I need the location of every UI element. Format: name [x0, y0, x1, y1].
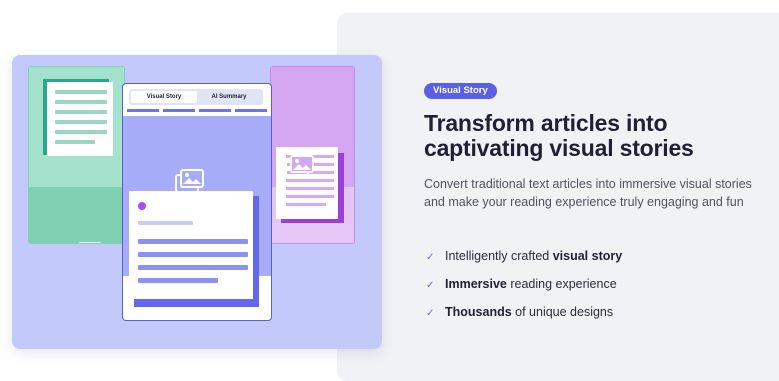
image-placeholder-icon — [78, 242, 102, 243]
feature-text: of unique designs — [511, 305, 614, 319]
tab-visual-story: Visual Story — [131, 91, 197, 103]
tab-ai-summary: AI Summary — [211, 94, 247, 100]
text-line — [138, 221, 193, 225]
feature-bold-text: Immersive — [445, 277, 507, 291]
text-line — [55, 120, 107, 124]
feature-item: ✓ Intelligently crafted visual story — [426, 248, 622, 264]
feature-item: ✓ Immersive reading experience — [426, 276, 617, 292]
text-line — [138, 278, 218, 283]
green-card-bottom — [29, 187, 124, 243]
text-line — [55, 140, 95, 144]
text-line — [138, 239, 248, 244]
text-line — [55, 110, 107, 114]
feature-bold-text: Thousands — [445, 305, 512, 319]
progress-segment — [127, 109, 159, 112]
check-icon: ✓ — [426, 252, 435, 263]
phone-tab-bar: Visual Story AI Summary — [129, 89, 263, 105]
progress-segment — [199, 109, 231, 112]
section-heading: Transform articles into captivating visu… — [424, 110, 694, 161]
author-dot — [138, 202, 146, 210]
visual-story-badge: Visual Story — [424, 83, 497, 99]
text-line — [286, 187, 334, 190]
image-placeholder-icon — [285, 155, 314, 178]
green-doc — [47, 82, 113, 156]
progress-segment — [235, 109, 267, 112]
story-progress-bar — [127, 109, 267, 112]
story-content-card — [129, 191, 253, 299]
check-icon: ✓ — [426, 280, 435, 291]
feature-item: ✓ Thousands of unique designs — [426, 304, 613, 320]
text-line — [55, 100, 107, 104]
purple-story-card — [270, 66, 355, 244]
check-icon: ✓ — [426, 308, 435, 319]
text-line — [55, 90, 107, 94]
feature-text: reading experience — [506, 277, 617, 291]
green-story-card — [28, 66, 125, 244]
progress-segment — [163, 109, 195, 112]
feature-text: Intelligently crafted — [445, 249, 553, 263]
text-line — [138, 252, 248, 257]
text-line — [286, 179, 334, 182]
text-line — [286, 203, 326, 206]
feature-bold-text: visual story — [552, 249, 623, 263]
phone-mockup: Visual Story AI Summary — [122, 83, 272, 321]
text-line — [286, 195, 334, 198]
text-line — [138, 265, 248, 270]
text-line — [55, 130, 107, 134]
section-description: Convert traditional text articles into i… — [424, 177, 752, 209]
